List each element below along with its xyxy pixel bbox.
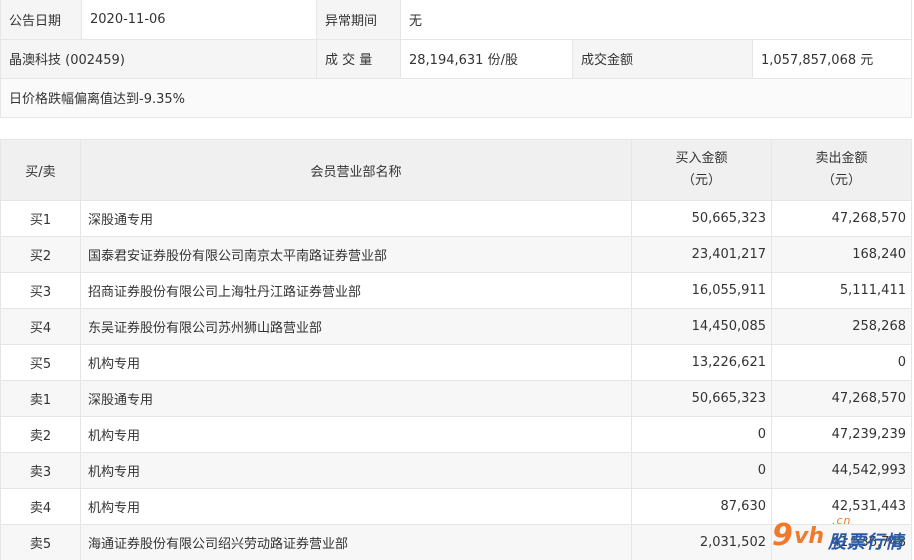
table-row: 买3 招商证券股份有限公司上海牡丹江路证券营业部 16,055,911 5,11…: [0, 272, 912, 309]
row-buy-amount: 23,401,217: [631, 236, 772, 273]
row-sell-amount: 47,268,570: [771, 380, 912, 417]
announce-date-label: 公告日期: [0, 0, 82, 40]
row-sell-amount: 5,111,411: [771, 272, 912, 309]
row-side: 卖2: [0, 416, 81, 453]
row-branch-name: 招商证券股份有限公司上海牡丹江路证券营业部: [80, 272, 632, 309]
header-sell-line2: （元）: [821, 173, 861, 188]
row-sell-amount: 258,268: [771, 308, 912, 345]
table-row: 买1 深股通专用 50,665,323 47,268,570: [0, 200, 912, 237]
header-buy-line2: （元）: [681, 173, 721, 188]
row-side: 买1: [0, 200, 81, 237]
header-sell-line1: 卖出金额: [815, 151, 868, 166]
table-row: 买2 国泰君安证券股份有限公司南京太平南路证券营业部 23,401,217 16…: [0, 236, 912, 273]
abnormal-period-value: 无: [399, 0, 913, 40]
amount-label: 成交金额: [572, 38, 753, 79]
row-branch-name: 海通证券股份有限公司绍兴劳动路证券营业部: [80, 524, 632, 560]
row-branch-name: 国泰君安证券股份有限公司南京太平南路证券营业部: [80, 236, 632, 273]
row-branch-name: 机构专用: [80, 452, 632, 489]
row-branch-name: 深股通专用: [80, 200, 632, 237]
volume-value: 28,194,631 份/股: [400, 38, 573, 79]
row-buy-amount: 2,031,502: [631, 524, 772, 560]
amount-value: 1,057,857,068 元: [751, 38, 913, 79]
row-side: 卖3: [0, 452, 81, 489]
row-buy-amount: 87,630: [631, 488, 772, 525]
row-branch-name: 深股通专用: [80, 380, 632, 417]
announce-date-value: 2020-11-06: [81, 0, 317, 40]
table-header-row: 买/卖 会员营业部名称 买入金额 （元） 卖出金额 （元）: [0, 139, 912, 201]
table-row: 卖3 机构专用 0 44,542,993: [0, 452, 912, 489]
header-buy-amount: 买入金额 （元）: [631, 139, 772, 201]
header-name: 会员营业部名称: [80, 139, 632, 201]
table-row: 卖5 海通证券股份有限公司绍兴劳动路证券营业部 2,031,502 41,536…: [0, 524, 912, 560]
row-sell-amount: 47,268,570: [771, 200, 912, 237]
row-sell-amount: 168,240: [771, 236, 912, 273]
row-branch-name: 机构专用: [80, 488, 632, 525]
row-sell-amount: 44,542,993: [771, 452, 912, 489]
row-side: 卖4: [0, 488, 81, 525]
row-branch-name: 机构专用: [80, 416, 632, 453]
header-side: 买/卖: [0, 139, 81, 201]
trading-seats-table: 买/卖 会员营业部名称 买入金额 （元） 卖出金额 （元） 买1 深股通专用 5…: [0, 139, 912, 560]
row-sell-amount: 41,536,748: [771, 524, 912, 560]
reason-text: 日价格跌幅偏离值达到-9.35%: [0, 77, 913, 118]
row-side: 买4: [0, 308, 81, 345]
row-buy-amount: 0: [631, 452, 772, 489]
table-row: 卖2 机构专用 0 47,239,239: [0, 416, 912, 453]
row-side: 卖1: [0, 380, 81, 417]
row-side: 卖5: [0, 524, 81, 560]
row-buy-amount: 14,450,085: [631, 308, 772, 345]
row-buy-amount: 0: [631, 416, 772, 453]
table-row: 卖4 机构专用 87,630 42,531,443: [0, 488, 912, 525]
row-sell-amount: 0: [771, 344, 912, 381]
row-buy-amount: 50,665,323: [631, 380, 772, 417]
header-buy-line1: 买入金额: [675, 151, 728, 166]
row-side: 买3: [0, 272, 81, 309]
row-buy-amount: 50,665,323: [631, 200, 772, 237]
table-row: 买5 机构专用 13,226,621 0: [0, 344, 912, 381]
row-sell-amount: 47,239,239: [771, 416, 912, 453]
stock-name: 晶澳科技 (002459): [0, 38, 317, 79]
table-row: 买4 东吴证券股份有限公司苏州狮山路营业部 14,450,085 258,268: [0, 308, 912, 345]
row-branch-name: 东吴证券股份有限公司苏州狮山路营业部: [80, 308, 632, 345]
row-sell-amount: 42,531,443: [771, 488, 912, 525]
abnormal-period-label: 异常期间: [316, 0, 401, 40]
announcement-info-table: 公告日期 2020-11-06 异常期间 无 晶澳科技 (002459) 成 交…: [0, 0, 913, 118]
table-row: 卖1 深股通专用 50,665,323 47,268,570: [0, 380, 912, 417]
volume-label: 成 交 量: [316, 38, 401, 79]
row-buy-amount: 16,055,911: [631, 272, 772, 309]
row-buy-amount: 13,226,621: [631, 344, 772, 381]
row-side: 买2: [0, 236, 81, 273]
header-sell-amount: 卖出金额 （元）: [771, 139, 912, 201]
row-branch-name: 机构专用: [80, 344, 632, 381]
row-side: 买5: [0, 344, 81, 381]
